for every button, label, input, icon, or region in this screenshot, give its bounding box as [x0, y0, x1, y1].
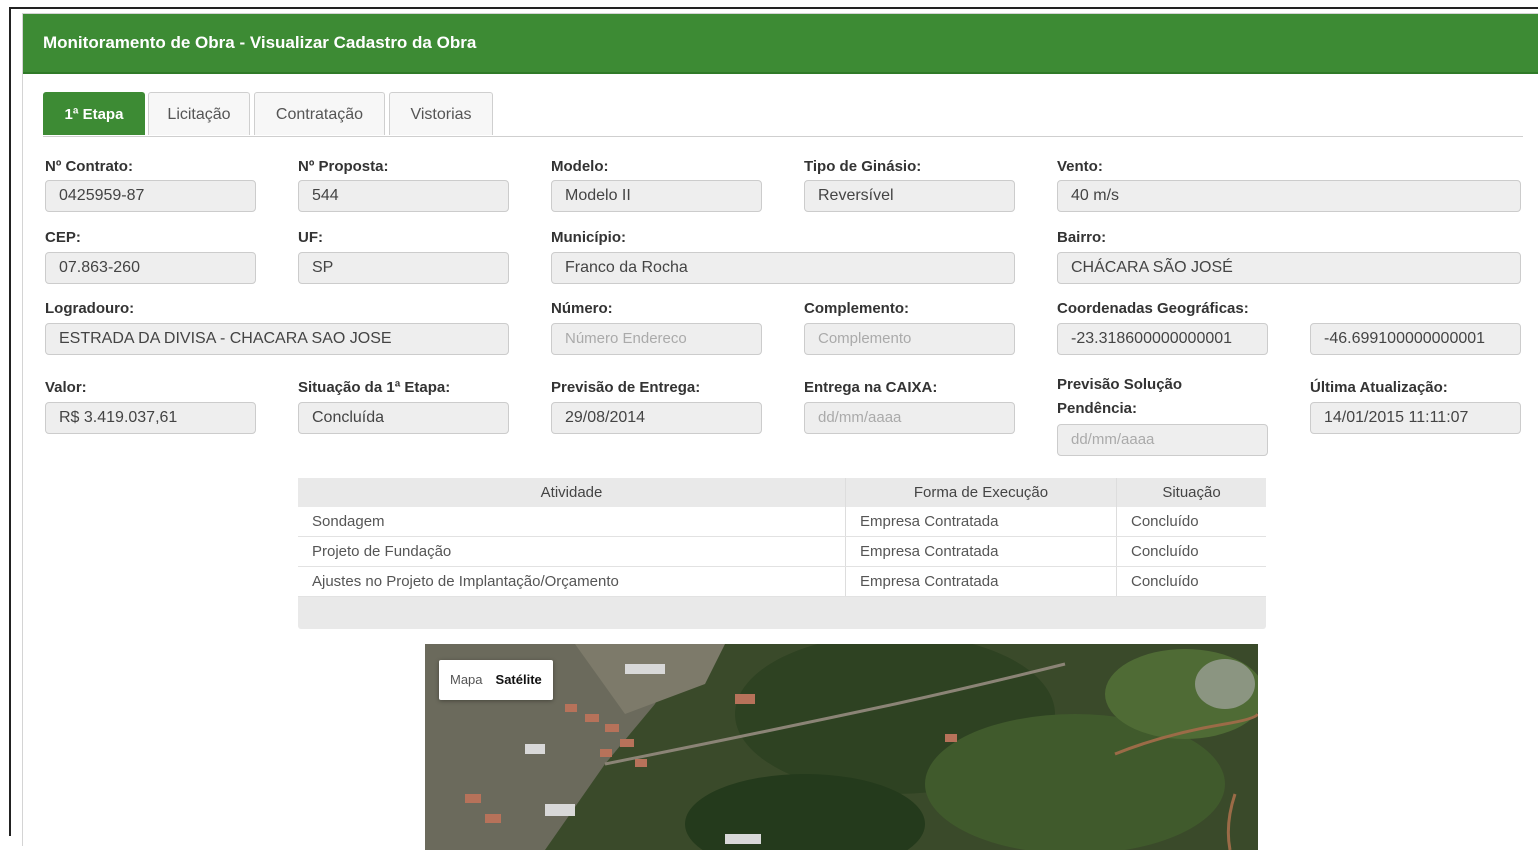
proposta-field[interactable]: 544	[298, 180, 509, 212]
col-situacao: Situação	[1116, 478, 1266, 507]
situacao-label: Situação da 1ª Etapa:	[298, 379, 451, 396]
tab-contratacao[interactable]: Contratação	[254, 92, 385, 135]
previsao-entrega-label: Previsão de Entrega:	[551, 379, 701, 396]
tab-bar: 1ª Etapa Licitação Contratação Vistorias	[43, 92, 1523, 137]
valor-field[interactable]: R$ 3.419.037,61	[45, 402, 256, 434]
numero-field[interactable]: Número Endereco	[551, 323, 762, 355]
satellite-map[interactable]: Mapa Satélite	[425, 644, 1258, 850]
numero-label: Número:	[551, 300, 613, 317]
col-forma-execucao: Forma de Execução	[845, 478, 1117, 507]
activities-table: Atividade Forma de Execução Situação Son…	[298, 478, 1266, 597]
bairro-field[interactable]: CHÁCARA SÃO JOSÉ	[1057, 252, 1521, 284]
modelo-field[interactable]: Modelo II	[551, 180, 762, 212]
tab-1a-etapa[interactable]: 1ª Etapa	[43, 92, 145, 135]
vento-label: Vento:	[1057, 158, 1103, 175]
cell-forma: Empresa Contratada	[845, 566, 1117, 597]
municipio-field[interactable]: Franco da Rocha	[551, 252, 1015, 284]
complemento-label: Complemento:	[804, 300, 909, 317]
municipio-label: Município:	[551, 229, 626, 246]
cell-situacao: Concluído	[1116, 566, 1266, 597]
panel: Monitoramento de Obra - Visualizar Cadas…	[22, 13, 1538, 850]
page-title: Monitoramento de Obra - Visualizar Cadas…	[43, 33, 477, 52]
tab-vistorias[interactable]: Vistorias	[389, 92, 493, 135]
cep-label: CEP:	[45, 229, 81, 246]
satellite-button[interactable]: Satélite	[494, 660, 553, 700]
longitude-field[interactable]: -46.699100000000001	[1310, 323, 1521, 355]
ginasio-field[interactable]: Reversível	[804, 180, 1015, 212]
uf-field[interactable]: SP	[298, 252, 509, 284]
map-button[interactable]: Mapa	[439, 660, 494, 700]
tab-licitacao[interactable]: Licitação	[148, 92, 250, 135]
previsao-entrega-field[interactable]: 29/08/2014	[551, 402, 762, 434]
table-row: Projeto de Fundação Empresa Contratada C…	[298, 536, 1266, 567]
previsao-solucao-field[interactable]: dd/mm/aaaa	[1057, 424, 1268, 456]
ultima-atualizacao-label: Última Atualização:	[1310, 379, 1448, 396]
table-row: Ajustes no Projeto de Implantação/Orçame…	[298, 566, 1266, 597]
cell-atividade: Ajustes no Projeto de Implantação/Orçame…	[298, 566, 846, 597]
map-type-control: Mapa Satélite	[439, 660, 553, 700]
table-row: Sondagem Empresa Contratada Concluído	[298, 507, 1266, 537]
previsao-solucao-label-1: Previsão Solução	[1057, 376, 1183, 393]
uf-label: UF:	[298, 229, 323, 246]
valor-label: Valor:	[45, 379, 87, 396]
vento-field[interactable]: 40 m/s	[1057, 180, 1521, 212]
panel-header: Monitoramento de Obra - Visualizar Cadas…	[23, 14, 1538, 74]
coordenadas-label: Coordenadas Geográficas:	[1057, 300, 1249, 317]
entrega-caixa-field[interactable]: dd/mm/aaaa	[804, 402, 1015, 434]
table-header-row: Atividade Forma de Execução Situação	[298, 478, 1266, 507]
cell-situacao: Concluído	[1116, 536, 1266, 567]
latitude-field[interactable]: -23.318600000000001	[1057, 323, 1268, 355]
logradouro-label: Logradouro:	[45, 300, 135, 317]
situacao-field[interactable]: Concluída	[298, 402, 509, 434]
cell-atividade: Sondagem	[298, 507, 846, 537]
cell-forma: Empresa Contratada	[845, 536, 1117, 567]
bairro-label: Bairro:	[1057, 229, 1107, 246]
previsao-solucao-label-2: Pendência:	[1057, 400, 1138, 417]
ultima-atualizacao-field[interactable]: 14/01/2015 11:11:07	[1310, 402, 1521, 434]
ginasio-label: Tipo de Ginásio:	[804, 158, 922, 175]
entrega-caixa-label: Entrega na CAIXA:	[804, 379, 938, 396]
proposta-label: Nº Proposta:	[298, 158, 389, 175]
contrato-label: Nº Contrato:	[45, 158, 133, 175]
cell-atividade: Projeto de Fundação	[298, 536, 846, 567]
col-atividade: Atividade	[298, 478, 846, 507]
cell-situacao: Concluído	[1116, 507, 1266, 537]
cell-forma: Empresa Contratada	[845, 507, 1117, 537]
contrato-field[interactable]: 0425959-87	[45, 180, 256, 212]
window-frame: Monitoramento de Obra - Visualizar Cadas…	[9, 7, 1538, 850]
modelo-label: Modelo:	[551, 158, 609, 175]
cep-field[interactable]: 07.863-260	[45, 252, 256, 284]
complemento-field[interactable]: Complemento	[804, 323, 1015, 355]
logradouro-field[interactable]: ESTRADA DA DIVISA - CHACARA SAO JOSE	[45, 323, 509, 355]
